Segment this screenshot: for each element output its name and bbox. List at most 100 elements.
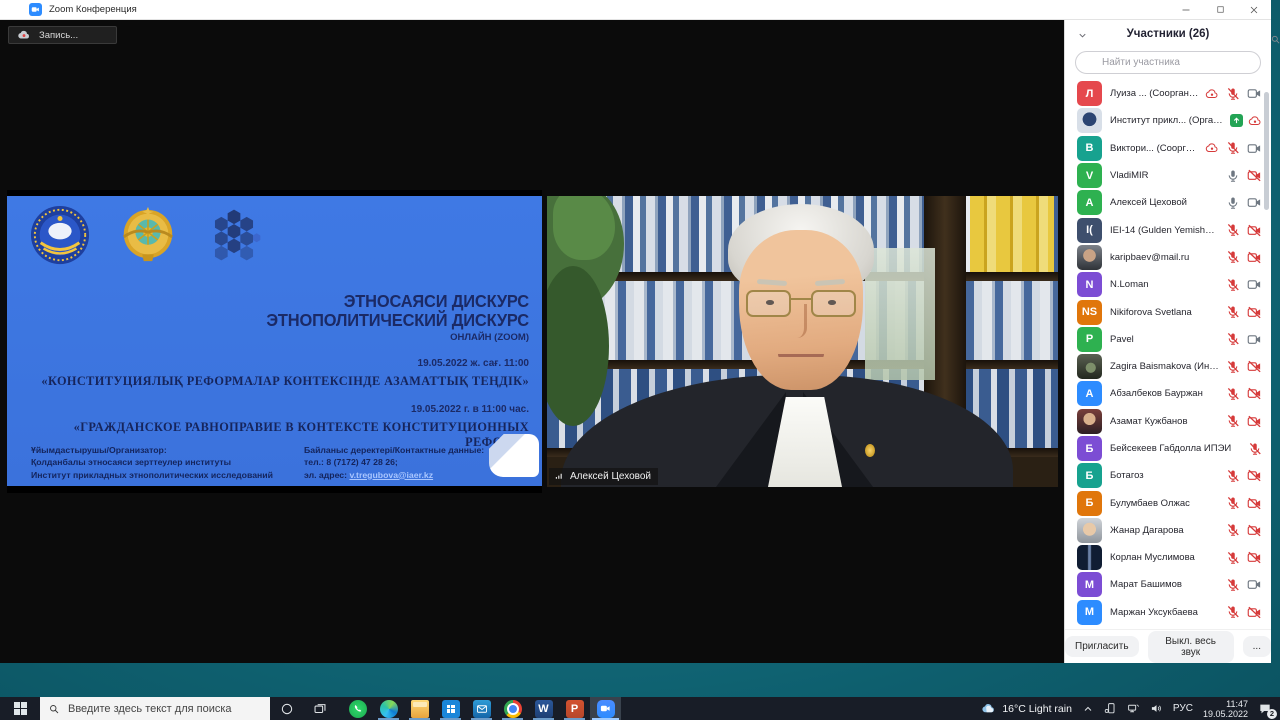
speaker-video: Алексей Цеховой <box>547 196 1058 487</box>
participant-avatar: Б <box>1077 436 1102 461</box>
participant-row[interactable]: A Алексей Цеховой <box>1065 189 1271 216</box>
search-icon <box>48 703 60 715</box>
participant-avatar: N <box>1077 272 1102 297</box>
mic-icon <box>1248 442 1262 456</box>
kazakhstan-state-emblem-logo <box>117 204 179 266</box>
notification-count-badge: 2 <box>1267 709 1277 719</box>
participant-avatar <box>1077 108 1102 133</box>
camera-icon <box>1247 223 1262 238</box>
camera-icon <box>1247 386 1262 401</box>
camera-icon <box>1247 277 1262 292</box>
participant-row[interactable]: A Абзалбеков Бауржан <box>1065 380 1271 407</box>
participant-name: Pavel <box>1110 334 1134 345</box>
participant-name: karipbaev@mail.ru <box>1110 252 1189 263</box>
recording-indicator[interactable]: Запись... <box>8 26 117 44</box>
minimize-button[interactable] <box>1169 0 1203 19</box>
participant-row[interactable]: Б Ботагоз <box>1065 462 1271 489</box>
slide-title-block: ЭТНОСАЯСИ ДИСКУРС ЭТНОПОЛИТИЧЕСКИЙ ДИСКУ… <box>17 292 529 450</box>
participant-row[interactable]: Л Луиза ... (Соорганизатор, я) <box>1065 80 1271 107</box>
participant-row[interactable]: Б Бейсекеев Габдолла ИПЭИ <box>1065 435 1271 462</box>
mail-icon[interactable] <box>466 697 497 720</box>
mic-icon <box>1226 250 1240 264</box>
meeting-video-area: Запись... <box>0 20 1064 663</box>
mic-icon <box>1226 278 1240 292</box>
contact-email-link[interactable]: v.tregubova@iaer.kz <box>349 470 433 480</box>
chrome-icon[interactable] <box>497 697 528 720</box>
task-view-button[interactable] <box>303 697 336 720</box>
participant-name: Марат Башимов <box>1110 579 1182 590</box>
lapel-pin <box>865 444 875 457</box>
more-options-button[interactable]: ... <box>1243 636 1271 657</box>
participant-name: VladiMIR <box>1110 170 1149 181</box>
mic-icon <box>1226 305 1240 319</box>
whatsapp-icon[interactable] <box>342 697 373 720</box>
participant-row[interactable]: V VladiMIR <box>1065 162 1271 189</box>
participant-name: Алексей Цеховой <box>1110 197 1187 208</box>
participant-row[interactable]: I( IEI-14 (Gulden Yemisheva) <box>1065 216 1271 243</box>
cortana-button[interactable] <box>270 697 303 720</box>
participant-row[interactable]: karipbaev@mail.ru <box>1065 244 1271 271</box>
clock[interactable]: 11:47 19.05.2022 <box>1203 699 1248 719</box>
participant-avatar <box>1077 409 1102 434</box>
participants-list: Л Луиза ... (Соорганизатор, я) Институт … <box>1065 80 1271 629</box>
speaker-name-label: Алексей Цеховой <box>549 468 658 485</box>
shared-slide-video: ЭТНОСАЯСИ ДИСКУРС ЭТНОПОЛИТИЧЕСКИЙ ДИСКУ… <box>7 190 542 493</box>
windows-logo-icon <box>14 702 27 715</box>
start-button[interactable] <box>0 697 40 720</box>
participant-row[interactable]: Корлан Муслимова <box>1065 544 1271 571</box>
participant-name: Маржан Уксукбаева <box>1110 607 1198 618</box>
zoom-taskbar-icon[interactable] <box>590 697 621 720</box>
language-indicator[interactable]: РУС <box>1173 703 1193 714</box>
invite-button[interactable]: Пригласить <box>1065 636 1139 657</box>
participant-row[interactable]: P Pavel <box>1065 326 1271 353</box>
show-hidden-icons-button[interactable] <box>1082 703 1094 715</box>
mic-icon <box>1226 196 1240 210</box>
maximize-button[interactable] <box>1203 0 1237 19</box>
participant-name: Zagira Baismakova (Институт е... <box>1110 361 1219 372</box>
powerpoint-icon[interactable]: P <box>559 697 590 720</box>
participant-row[interactable]: Zagira Baismakova (Институт е... <box>1065 353 1271 380</box>
participant-row[interactable]: М Маржан Уксукбаева <box>1065 599 1271 626</box>
mic-icon <box>1226 387 1240 401</box>
recording-cloud-icon <box>1205 87 1219 101</box>
participant-row[interactable]: Институт прикл... (Организатор) <box>1065 107 1271 134</box>
participant-search-input[interactable] <box>1075 51 1261 74</box>
volume-icon[interactable] <box>1150 702 1163 715</box>
collapse-panel-button[interactable] <box>1077 28 1088 46</box>
taskbar-search[interactable]: Введите здесь текст для поиска <box>40 697 270 720</box>
participant-search-wrap <box>1065 48 1271 80</box>
participant-name: Булумбаев Олжас <box>1110 498 1190 509</box>
organizer-label: Ұйымдастырушы/Организатор: <box>31 444 291 456</box>
close-button[interactable] <box>1237 0 1271 19</box>
recording-cloud-icon <box>17 28 31 42</box>
hexagon-globe-logo <box>205 206 263 264</box>
participant-row[interactable]: Азамат Кужбанов <box>1065 408 1271 435</box>
phone-link-icon[interactable] <box>1104 702 1117 715</box>
file-explorer-icon[interactable] <box>404 697 435 720</box>
participant-row[interactable]: В Виктори... (Соорганизатор) <box>1065 135 1271 162</box>
weather-widget[interactable]: 16°C Light rain <box>981 701 1072 716</box>
participant-avatar: Б <box>1077 491 1102 516</box>
word-icon[interactable]: W <box>528 697 559 720</box>
participant-row[interactable]: Жанар Дагарова <box>1065 517 1271 544</box>
mute-all-button[interactable]: Выкл. весь звук <box>1148 631 1234 663</box>
slide-content: ЭТНОСАЯСИ ДИСКУРС ЭТНОПОЛИТИЧЕСКИЙ ДИСКУ… <box>7 196 542 486</box>
participant-name: Азамат Кужбанов <box>1110 416 1188 427</box>
action-center-button[interactable]: 2 <box>1258 702 1272 716</box>
recording-cloud-icon <box>1248 114 1262 128</box>
mic-icon <box>1226 332 1240 346</box>
edge-icon[interactable] <box>373 697 404 720</box>
participant-row[interactable]: NS Nikiforova Svetlana <box>1065 298 1271 325</box>
participant-row[interactable]: М Марат Башимов <box>1065 571 1271 598</box>
contact-email-line: эл. адрес: v.tregubova@iaer.kz <box>304 469 514 481</box>
participant-name: Ботагоз <box>1110 470 1144 481</box>
participant-row[interactable]: Б Булумбаев Олжас <box>1065 489 1271 516</box>
camera-icon <box>1247 195 1262 210</box>
organizer-name-kk: Қолданбалы этносаяси зерттеулер институт… <box>31 456 291 468</box>
camera-icon <box>1247 305 1262 320</box>
scrollbar-thumb[interactable] <box>1264 92 1269 210</box>
network-icon[interactable] <box>1127 702 1140 715</box>
microsoft-store-icon[interactable] <box>435 697 466 720</box>
search-icon <box>1270 32 1280 50</box>
participant-row[interactable]: N N.Loman <box>1065 271 1271 298</box>
